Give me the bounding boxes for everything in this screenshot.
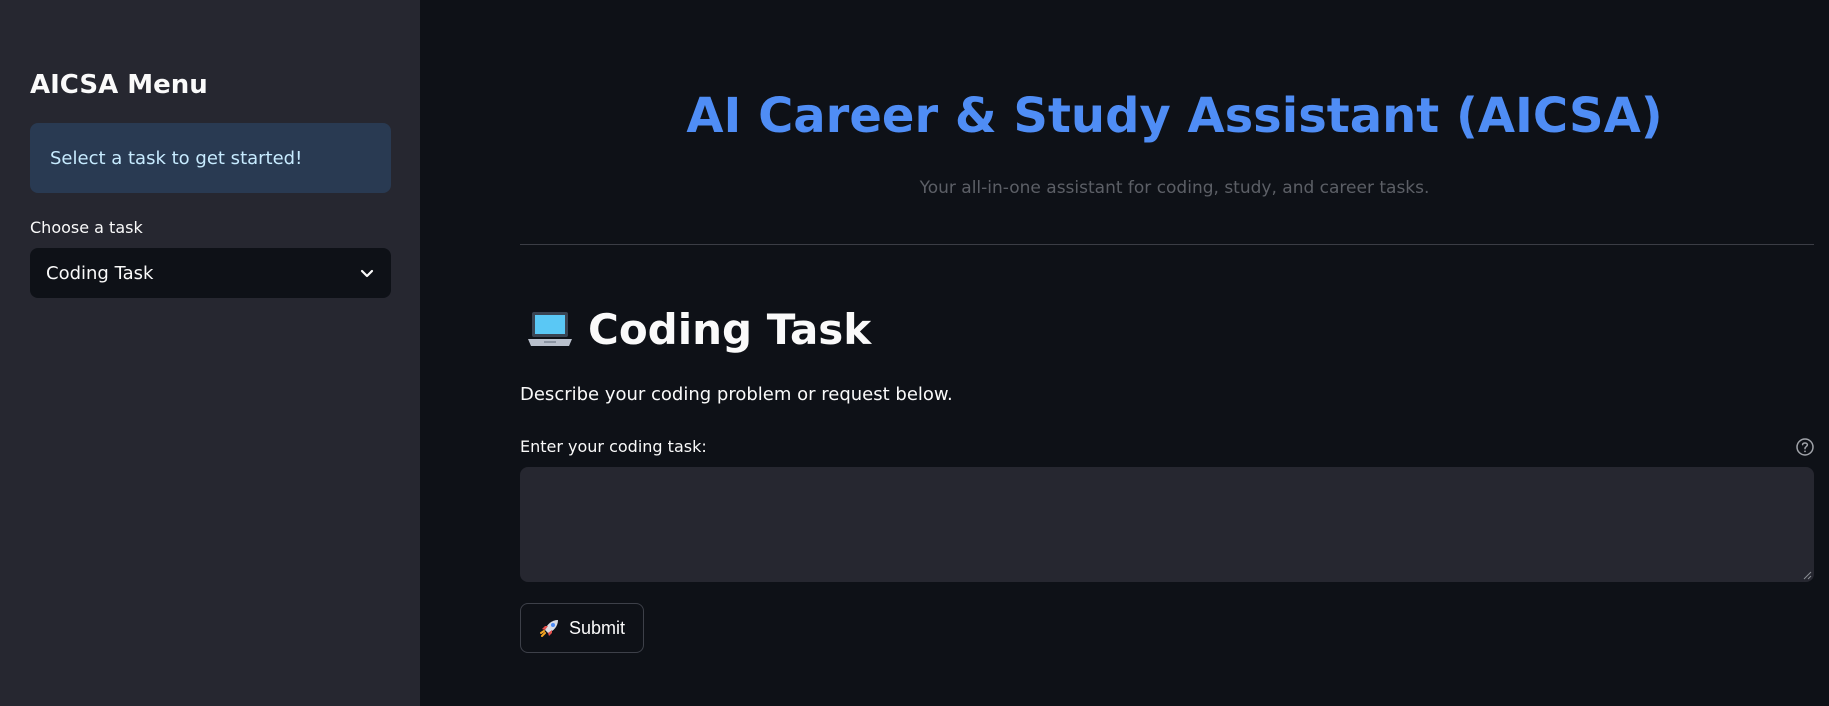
section-heading: Coding Task xyxy=(526,305,871,354)
coding-task-label: Enter your coding task: xyxy=(520,437,707,456)
sidebar-title: AICSA Menu xyxy=(30,70,208,100)
sidebar: AICSA Menu Select a task to get started!… xyxy=(0,0,420,706)
section-title: Coding Task xyxy=(588,305,872,354)
section-description: Describe your coding problem or request … xyxy=(520,384,953,405)
task-select-label: Choose a task xyxy=(30,218,143,237)
chevron-down-icon xyxy=(360,269,374,278)
submit-button[interactable]: Submit xyxy=(520,603,645,653)
coding-task-input[interactable] xyxy=(520,467,1814,582)
rocket-icon xyxy=(540,620,558,637)
info-text: Select a task to get started! xyxy=(50,147,303,169)
page-subtitle: Your all-in-one assistant for coding, st… xyxy=(919,178,1430,198)
divider xyxy=(520,244,1814,245)
help-icon[interactable] xyxy=(1795,437,1815,457)
submit-button-label: Submit xyxy=(569,617,626,638)
app-root: AICSA Menu Select a task to get started!… xyxy=(0,0,1829,706)
main-content: AI Career & Study Assistant (AICSA) Your… xyxy=(420,0,1829,706)
info-box: Select a task to get started! xyxy=(30,123,391,193)
laptop-icon xyxy=(528,311,572,346)
page-title: AI Career & Study Assistant (AICSA) xyxy=(686,88,1663,144)
task-select[interactable]: Coding Task xyxy=(30,248,391,298)
task-select-value: Coding Task xyxy=(46,262,154,284)
resize-grip-icon[interactable] xyxy=(1803,571,1812,580)
